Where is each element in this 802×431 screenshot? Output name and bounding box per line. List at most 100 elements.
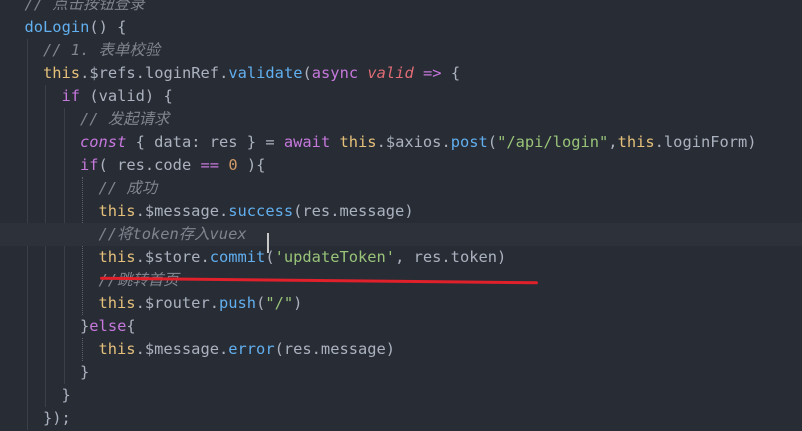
code-token: //将token存入vuex [98,225,247,243]
code-token: "/api/login" [497,133,609,151]
code-line[interactable]: this.$message.error(res.message) [0,338,802,361]
code-token: 0 [228,156,238,174]
code-line[interactable]: this.$router.push("/") [0,292,802,315]
code-line-content: }); [43,407,71,430]
code-line-content: //将token存入vuex [99,223,247,246]
code-token: push [218,294,257,312]
code-token: // 点击按钮登录 [24,0,145,13]
code-token: doLogin [24,18,90,36]
code-line-highlighted[interactable]: this.$store.commit('updateToken', res.to… [0,246,802,269]
code-token: // 1. 表单校验 [43,41,161,59]
code-token: this [617,133,655,151]
code-token: ){ [237,156,266,174]
code-token: } [61,386,71,404]
code-token: () { [89,18,127,36]
code-token: // 发起请求 [80,110,170,128]
code-token: this [98,248,136,266]
code-line-content: this.$message.error(res.message) [99,338,396,361]
code-token: error [228,340,275,358]
code-token: ( [487,133,498,151]
code-token: .loginForm) [654,133,757,151]
code-token: commit [209,248,266,266]
code-line[interactable]: const { data: res } = await this.$axios.… [0,131,802,154]
code-token: .$message. [135,340,229,358]
code-line[interactable]: if( res.code == 0 ){ [0,154,802,177]
code-token: "/" [265,294,294,312]
code-line[interactable]: }else{ [0,315,802,338]
code-token: , [608,133,618,151]
code-line-content: // 点击按钮登录 [25,0,145,16]
code-line[interactable]: } [0,384,802,407]
code-token: .$message. [135,202,229,220]
code-token: this [43,64,81,82]
code-token: else [89,317,127,335]
code-token: const [80,133,127,151]
code-token: (res.message) [274,340,396,358]
code-token: (res.message) [293,202,414,220]
code-token: // 成功 [98,179,158,197]
code-token: validate [228,64,303,82]
code-line[interactable]: } [0,361,802,384]
code-line[interactable]: // 成功 [0,177,802,200]
code-line-content: if (valid) { [62,85,173,108]
code-line-content: this.$router.push("/") [99,292,303,315]
code-line[interactable]: //将token存入vuex [0,223,802,246]
code-token: } [80,317,90,335]
code-token: await [283,133,331,151]
code-line-content: //跳转首页 [99,269,179,292]
code-line[interactable]: // 点击按钮登录 [0,0,802,16]
code-line[interactable]: if (valid) { [0,85,802,108]
code-token: } [80,363,90,381]
code-token: this [339,133,377,151]
code-token: ( [302,64,312,82]
code-token: { [126,317,136,335]
code-token: 'updateToken' [274,248,396,266]
code-token: .$router. [135,294,219,312]
code-line[interactable]: this.$refs.loginRef.validate(async valid… [0,62,802,85]
code-line-content: }else{ [80,315,136,338]
code-line-content: doLogin() { [25,16,127,39]
text-cursor [267,233,269,253]
code-line[interactable]: this.$message.success(res.message) [0,200,802,223]
code-line-content: } [80,361,89,384]
code-token: => [423,64,442,82]
code-line-content: // 成功 [99,177,158,200]
code-token: ( [256,294,266,312]
code-token: ) [293,294,303,312]
code-token: if [61,87,81,105]
code-token: .$store. [135,248,210,266]
code-line-content: this.$store.commit('updateToken', res.to… [99,246,507,269]
code-line-content: // 发起请求 [80,108,169,131]
code-token: if [80,156,99,174]
code-line[interactable]: doLogin() { [0,16,802,39]
code-token: async [311,64,359,82]
code-token: }); [43,409,71,427]
code-line-content: if( res.code == 0 ){ [80,154,265,177]
code-token: (valid) { [80,87,173,105]
code-line[interactable]: // 1. 表单校验 [0,39,802,62]
code-token: post [450,133,488,151]
code-line-content: } [62,384,71,407]
code-token: success [228,202,294,220]
code-line[interactable]: }); [0,407,802,430]
code-token: this [98,294,136,312]
code-token: this [98,202,136,220]
code-token: { data: res } = [126,133,284,151]
code-token: .$axios. [376,133,451,151]
code-line-content: this.$message.success(res.message) [99,200,414,223]
code-line[interactable]: // 发起请求 [0,108,802,131]
code-token: , res.token) [395,248,507,266]
code-line-content: // 1. 表单校验 [43,39,160,62]
code-token: { [441,64,461,82]
code-token: valid [367,64,414,82]
code-token: .$refs.loginRef. [80,64,229,82]
code-line-content: this.$refs.loginRef.validate(async valid… [43,62,460,85]
code-token: this [98,340,136,358]
code-editor[interactable]: // 点击按钮登录 doLogin() {// 1. 表单校验 this.$refs… [0,0,802,431]
code-token: == [200,156,220,174]
code-line-content: const { data: res } = await this.$axios.… [80,131,757,154]
